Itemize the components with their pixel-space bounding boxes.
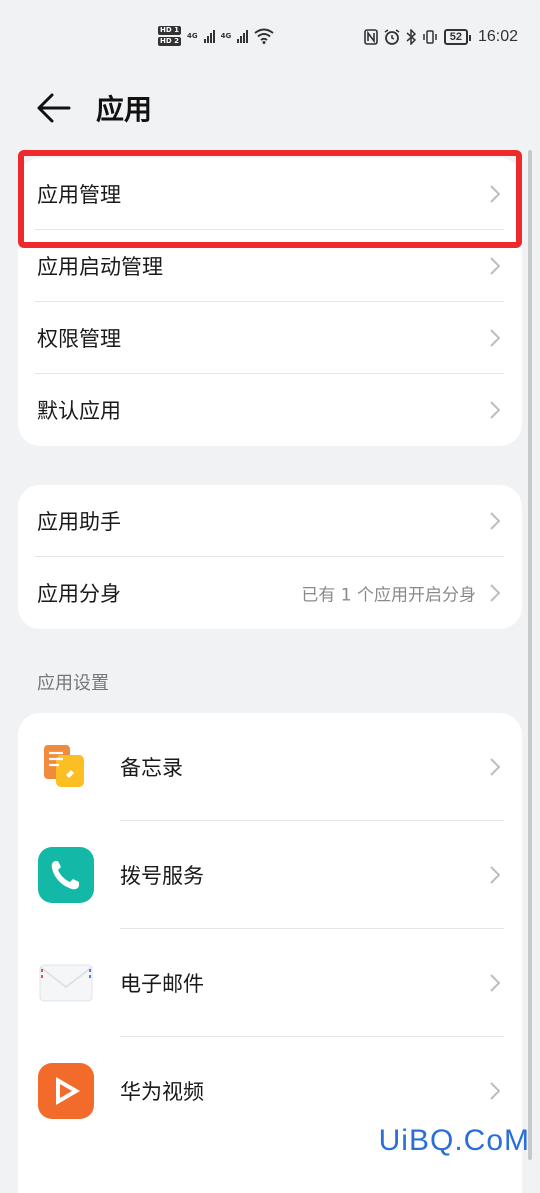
app-name: 华为视频 — [120, 1080, 204, 1104]
app-name: 拨号服务 — [120, 864, 204, 888]
chevron-right-icon — [490, 758, 500, 776]
back-arrow-icon[interactable] — [36, 90, 72, 126]
hd2-badge: HD 2 — [158, 37, 181, 46]
app-options-card: 应用管理 应用启动管理 权限管理 默认应用 — [18, 158, 522, 446]
chevron-right-icon — [490, 866, 500, 884]
hd1-badge: HD 1 — [158, 26, 181, 35]
status-bar: HD 1 HD 2 4G 4G 52 16:02 — [0, 0, 540, 78]
app-twin-status: 已有 1 个应用开启分身 — [301, 585, 476, 606]
app-management-item[interactable]: 应用管理 — [18, 158, 522, 230]
app-settings-card: 备忘录 拨号服务 电子邮件 华为视频 — [18, 713, 522, 1193]
bluetooth-icon — [406, 29, 416, 45]
alarm-icon — [384, 29, 400, 45]
signal-icon — [203, 29, 215, 43]
chevron-right-icon — [490, 512, 500, 530]
item-label: 权限管理 — [37, 327, 121, 351]
item-label: 应用管理 — [37, 183, 121, 207]
status-left: HD 1 HD 2 4G 4G — [158, 26, 274, 46]
battery-indicator: 52 — [443, 29, 472, 45]
app-launch-management-item[interactable]: 应用启动管理 — [18, 230, 522, 302]
status-right: 52 16:02 — [363, 28, 518, 46]
header-bar: 应用 — [0, 78, 540, 140]
net1-label: 4G — [186, 32, 198, 40]
app-twin-item[interactable]: 应用分身 已有 1 个应用开启分身 — [18, 557, 522, 629]
chevron-right-icon — [490, 185, 500, 203]
permission-management-item[interactable]: 权限管理 — [18, 302, 522, 374]
app-item-email[interactable]: 电子邮件 — [18, 929, 522, 1037]
item-label: 应用助手 — [37, 510, 121, 534]
section-header: 应用设置 — [37, 673, 109, 694]
page-title: 应用 — [96, 93, 153, 126]
video-play-icon — [38, 1063, 94, 1119]
app-name: 备忘录 — [120, 756, 183, 780]
wifi-icon — [254, 28, 274, 44]
chevron-right-icon — [490, 329, 500, 347]
item-label: 应用分身 — [37, 582, 121, 606]
app-item-notepad[interactable]: 备忘录 — [18, 713, 522, 821]
app-name: 电子邮件 — [120, 972, 204, 996]
vibrate-icon — [422, 30, 437, 44]
envelope-icon — [38, 955, 94, 1011]
app-assistant-item[interactable]: 应用助手 — [18, 485, 522, 557]
app-tools-card: 应用助手 应用分身 已有 1 个应用开启分身 — [18, 485, 522, 629]
notepad-icon — [38, 739, 94, 795]
watermark-text: UiBQ.CoM — [378, 1124, 530, 1157]
scrollbar[interactable] — [528, 150, 532, 1160]
chevron-right-icon — [490, 584, 500, 602]
item-label: 默认应用 — [37, 399, 121, 423]
app-item-dialer[interactable]: 拨号服务 — [18, 821, 522, 929]
net2-label: 4G — [220, 32, 232, 40]
signal-icon — [237, 29, 249, 43]
chevron-right-icon — [490, 974, 500, 992]
chevron-right-icon — [490, 401, 500, 419]
default-apps-item[interactable]: 默认应用 — [18, 374, 522, 446]
clock: 16:02 — [477, 28, 518, 45]
phone-icon — [38, 847, 94, 903]
chevron-right-icon — [490, 1082, 500, 1100]
item-label: 应用启动管理 — [37, 255, 163, 279]
chevron-right-icon — [490, 257, 500, 275]
nfc-icon — [363, 29, 378, 45]
